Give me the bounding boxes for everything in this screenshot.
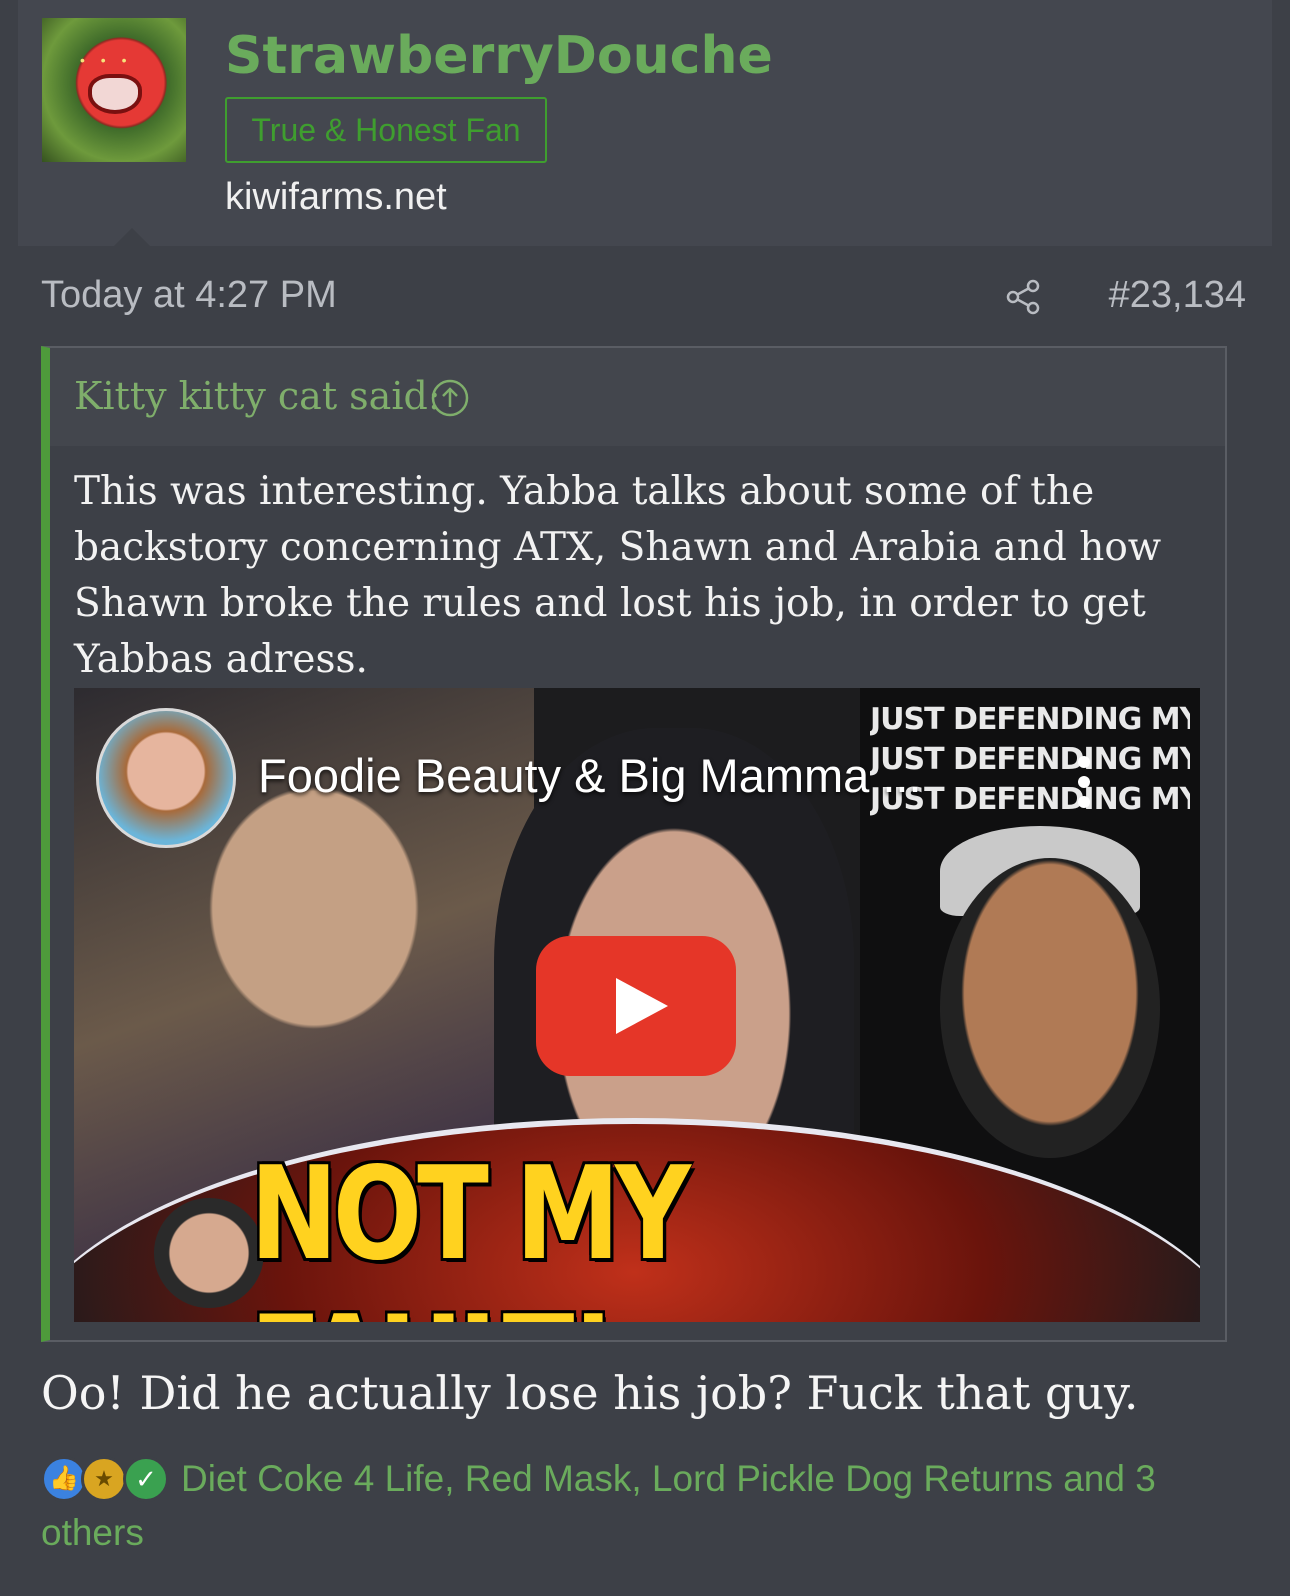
user-site: kiwifarms.net (225, 176, 447, 218)
thumbnail-caption: NOT MY FAULT! (250, 1140, 691, 1322)
quote-author[interactable]: Kitty kitty cat said: (74, 374, 441, 418)
channel-avatar[interactable] (96, 708, 236, 848)
user-avatar[interactable]: • • • (42, 18, 186, 162)
user-title-badge: True & Honest Fan (225, 97, 547, 163)
card-notch (114, 228, 150, 246)
youtube-embed[interactable]: JUST DEFENDING MYSELF JUST DEFENDING MYS… (74, 688, 1200, 1322)
user-card: • • • StrawberryDouche True & Honest Fan… (18, 0, 1272, 246)
username[interactable]: StrawberryDouche (225, 26, 773, 86)
post-body: Oo! Did he actually lose his job? Fuck t… (41, 1366, 1139, 1420)
video-title[interactable]: Foodie Beauty & Big Mamma ... (258, 748, 922, 803)
thumbnail-right-person (940, 858, 1160, 1158)
reaction-icons[interactable]: 👍 ★ ✓ (41, 1452, 181, 1506)
post-date[interactable]: Today at 4:27 PM (41, 274, 337, 317)
wall-text-line: JUST DEFENDING MYSELF (870, 702, 1190, 737)
quote-block: Kitty kitty cat said: This was interesti… (41, 346, 1227, 1342)
share-icon[interactable] (1004, 278, 1042, 316)
quote-header: Kitty kitty cat said: (50, 348, 1225, 446)
thumbnail-small-person (154, 1198, 264, 1308)
check-icon: ✓ (123, 1456, 169, 1502)
avatar-seeds: • • • (80, 52, 133, 68)
reaction-users[interactable]: Diet Coke 4 Life, Red Mask, Lord Pickle … (41, 1452, 1241, 1560)
post-number[interactable]: #23,134 (1109, 274, 1246, 317)
play-button[interactable] (536, 936, 736, 1076)
medal-icon: ★ (81, 1456, 127, 1502)
arrow-up-circle-icon[interactable] (430, 378, 470, 418)
quote-text: This was interesting. Yabba talks about … (74, 469, 1162, 682)
avatar-mouth (88, 74, 142, 114)
more-options-icon[interactable] (1074, 752, 1094, 812)
